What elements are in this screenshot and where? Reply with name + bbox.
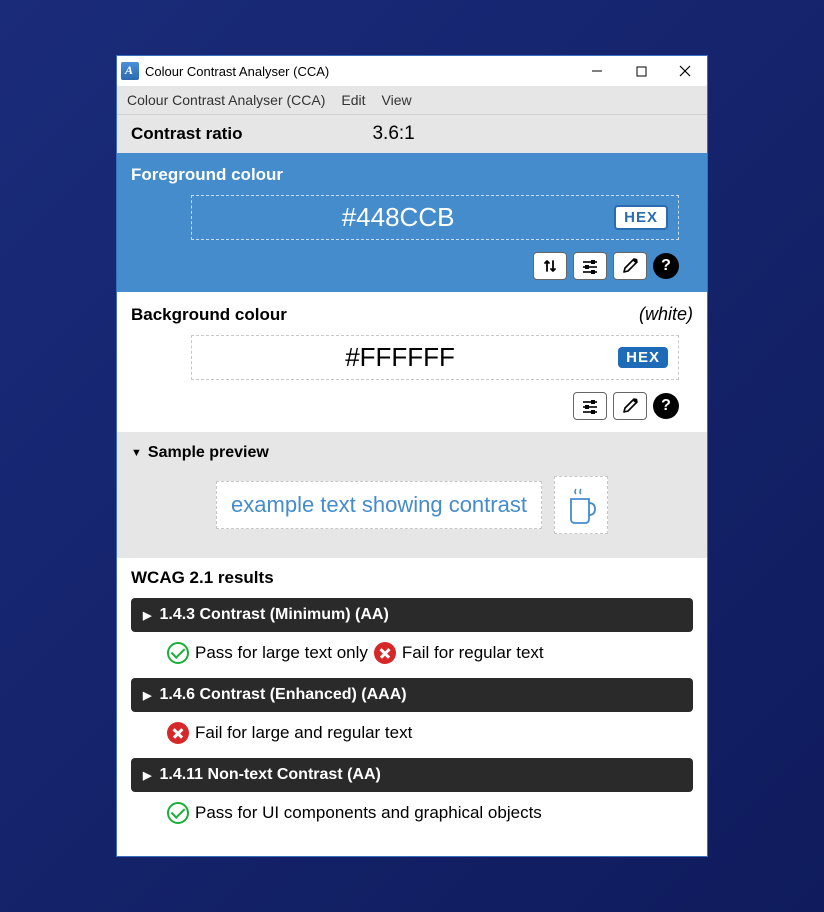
background-heading: Background colour <box>131 305 287 325</box>
result-body-1: Fail for large and regular text <box>131 712 693 758</box>
background-sliders-button[interactable] <box>573 392 607 420</box>
chevron-right-icon <box>143 609 151 622</box>
result-title-1: 1.4.6 Contrast (Enhanced) (AAA) <box>159 686 406 704</box>
fail-icon <box>374 642 396 664</box>
close-button[interactable] <box>663 56 707 86</box>
result-fail-text-1: Fail for large and regular text <box>195 723 412 743</box>
maximize-button[interactable] <box>619 56 663 86</box>
result-header-2[interactable]: 1.4.11 Non-text Contrast (AA) <box>131 758 693 792</box>
chevron-down-icon <box>131 447 142 459</box>
minimize-button[interactable] <box>575 56 619 86</box>
foreground-sliders-button[interactable] <box>573 252 607 280</box>
foreground-format-badge[interactable]: HEX <box>614 205 668 230</box>
foreground-tools: ? <box>131 252 679 280</box>
app-window: Colour Contrast Analyser (CCA) Colour Co… <box>116 55 708 857</box>
app-icon <box>121 62 139 80</box>
eyedropper-icon <box>621 257 639 275</box>
background-eyedropper-button[interactable] <box>613 392 647 420</box>
preview-heading-label: Sample preview <box>148 444 269 462</box>
close-icon <box>679 65 691 77</box>
background-field[interactable]: #FFFFFF HEX <box>191 335 679 380</box>
help-icon: ? <box>661 397 671 415</box>
titlebar: Colour Contrast Analyser (CCA) <box>117 56 707 86</box>
menu-edit[interactable]: Edit <box>341 92 365 108</box>
background-panel: Background colour (white) #FFFFFF HEX ? <box>117 292 707 432</box>
results-panel: WCAG 2.1 results 1.4.3 Contrast (Minimum… <box>117 558 707 856</box>
preview-panel: Sample preview example text showing cont… <box>117 432 707 558</box>
help-icon: ? <box>661 257 671 275</box>
chevron-right-icon <box>143 689 151 702</box>
results-heading: WCAG 2.1 results <box>131 568 693 588</box>
result-pass-text-0: Pass for large text only <box>195 643 368 663</box>
window-buttons <box>575 56 707 86</box>
fail-icon <box>167 722 189 744</box>
sliders-icon <box>581 258 599 274</box>
result-header-0[interactable]: 1.4.3 Contrast (Minimum) (AA) <box>131 598 693 632</box>
preview-heading[interactable]: Sample preview <box>131 444 693 462</box>
foreground-value: #448CCB <box>202 202 594 233</box>
preview-icon-box[interactable] <box>554 476 608 534</box>
background-colorname: (white) <box>639 304 693 325</box>
result-body-2: Pass for UI components and graphical obj… <box>131 792 693 838</box>
background-tools: ? <box>131 392 679 420</box>
contrast-ratio-value: 3.6:1 <box>372 123 414 145</box>
minimize-icon <box>591 65 603 77</box>
menu-view[interactable]: View <box>382 92 412 108</box>
foreground-help-button[interactable]: ? <box>653 253 679 279</box>
maximize-icon <box>636 66 647 77</box>
pass-icon <box>167 802 189 824</box>
preview-row: example text showing contrast <box>131 476 693 534</box>
chevron-right-icon <box>143 769 151 782</box>
menu-app[interactable]: Colour Contrast Analyser (CCA) <box>127 92 325 108</box>
result-pass-text-2: Pass for UI components and graphical obj… <box>195 803 542 823</box>
pass-icon <box>167 642 189 664</box>
result-body-0: Pass for large text only Fail for regula… <box>131 632 693 678</box>
eyedropper-icon <box>621 397 639 415</box>
background-format-badge[interactable]: HEX <box>618 347 668 368</box>
result-header-1[interactable]: 1.4.6 Contrast (Enhanced) (AAA) <box>131 678 693 712</box>
contrast-ratio-bar: Contrast ratio 3.6:1 <box>117 114 707 153</box>
foreground-eyedropper-button[interactable] <box>613 252 647 280</box>
contrast-ratio-label: Contrast ratio <box>131 124 242 144</box>
result-fail-text-0: Fail for regular text <box>402 643 544 663</box>
mug-icon <box>563 485 599 525</box>
result-title-0: 1.4.3 Contrast (Minimum) (AA) <box>159 606 388 624</box>
result-title-2: 1.4.11 Non-text Contrast (AA) <box>159 766 380 784</box>
foreground-heading: Foreground colour <box>131 165 693 185</box>
foreground-panel: Foreground colour #448CCB HEX ? <box>117 153 707 292</box>
background-value: #FFFFFF <box>202 342 598 373</box>
background-help-button[interactable]: ? <box>653 393 679 419</box>
window-title: Colour Contrast Analyser (CCA) <box>145 64 575 79</box>
foreground-field[interactable]: #448CCB HEX <box>191 195 679 240</box>
swap-button[interactable] <box>533 252 567 280</box>
sliders-icon <box>581 398 599 414</box>
swap-icon <box>542 258 558 274</box>
menubar: Colour Contrast Analyser (CCA) Edit View <box>117 86 707 114</box>
preview-text[interactable]: example text showing contrast <box>216 481 542 529</box>
